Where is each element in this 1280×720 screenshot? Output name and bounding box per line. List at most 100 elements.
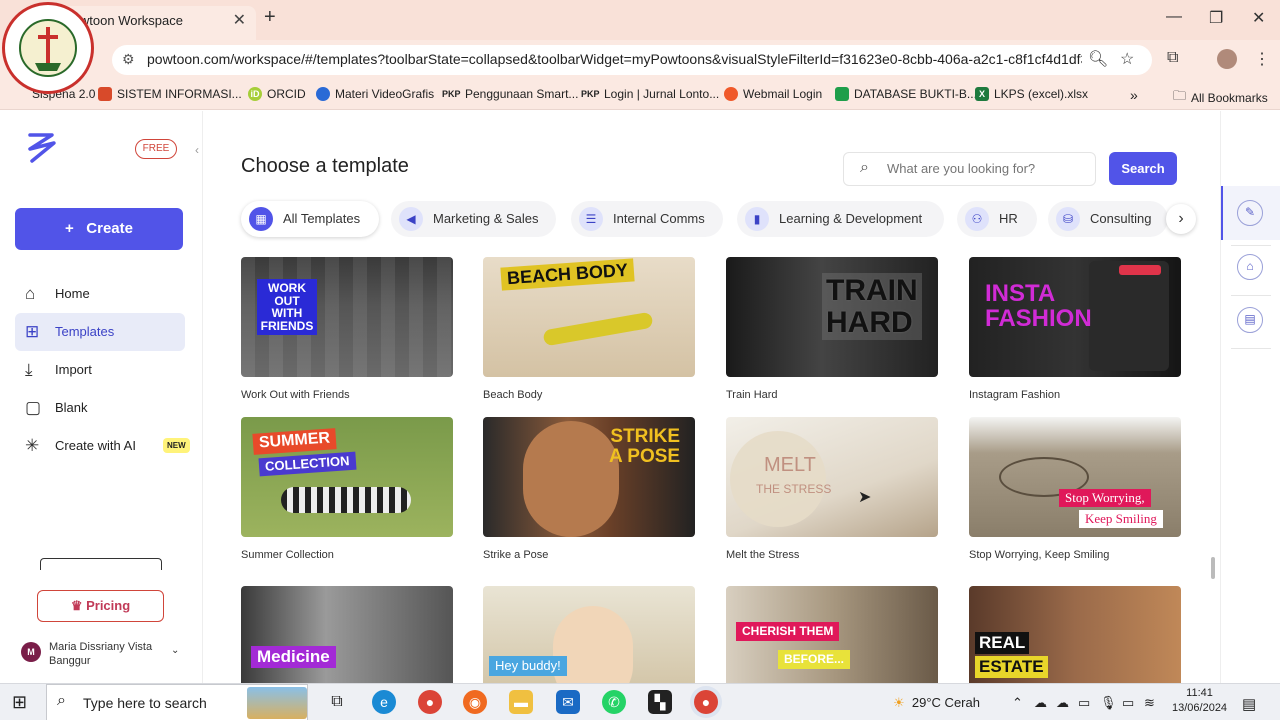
template-card[interactable]: TRAIN HARD Train Hard — [726, 257, 938, 401]
edit-style-icon[interactable]: ✎ — [1237, 200, 1263, 226]
site-settings-icon[interactable]: ⚙ — [122, 51, 135, 68]
pricing-button[interactable]: ♛ Pricing — [37, 590, 164, 622]
system-clock[interactable]: 11:41 13/06/2024 — [1172, 686, 1227, 716]
bookmark-item[interactable]: Webmail Login — [724, 87, 822, 101]
nav-import[interactable]: ⤓ Import — [15, 351, 185, 389]
new-tab-icon[interactable]: + — [264, 6, 276, 29]
taskbar-search[interactable]: ⌕ Type here to search — [46, 684, 308, 720]
tab-consulting[interactable]: ⛁ Consulting — [1048, 201, 1168, 237]
create-button[interactable]: + Create — [15, 208, 183, 250]
browser-tab-strip: Powtoon Workspace ✕ + — ❐ ✕ — [0, 0, 1280, 40]
bookmark-item[interactable]: iD ORCID — [248, 87, 306, 101]
chevron-down-icon[interactable]: ⌄ — [171, 645, 179, 656]
chevron-right-icon[interactable]: › — [1166, 204, 1196, 234]
document-icon[interactable]: ▤ — [1237, 307, 1263, 333]
bookmark-item[interactable]: DATABASE BUKTI-B... — [835, 87, 977, 101]
template-card[interactable]: STRIKE A POSE Strike a Pose — [483, 417, 695, 561]
bookmark-star-icon[interactable]: ☆ — [1120, 49, 1134, 69]
learn-cap-icon[interactable]: ⌂ — [1237, 254, 1263, 280]
template-card[interactable]: WORK OUT WITH FRIENDS Work Out with Frie… — [241, 257, 453, 401]
template-card[interactable]: Hey buddy! — [483, 586, 695, 683]
template-thumbnail[interactable]: TRAIN HARD — [726, 257, 938, 377]
tab-all-templates[interactable]: ▦ All Templates — [241, 201, 379, 237]
restore-icon[interactable]: ❐ — [1209, 8, 1223, 28]
weather-widget[interactable]: ☀ 29°C Cerah — [893, 695, 980, 711]
tray-battery-icon[interactable]: ▭ — [1122, 695, 1134, 711]
user-name[interactable]: Maria Dissriany Vista Banggur — [49, 640, 164, 668]
address-bar[interactable]: ⚙ powtoon.com/workspace/#/templates?tool… — [112, 45, 1152, 75]
template-card[interactable]: BEACH BODY Beach Body — [483, 257, 695, 401]
scrollbar-thumb[interactable] — [1211, 557, 1215, 579]
nav-blank[interactable]: ▢ Blank — [15, 389, 185, 427]
tab-hr[interactable]: ⚇ HR — [957, 201, 1037, 237]
minimize-icon[interactable]: — — [1166, 8, 1182, 26]
tab-learning-development[interactable]: ▮ Learning & Development — [737, 201, 944, 237]
menu-kebab-icon[interactable]: ⋮ — [1254, 49, 1270, 69]
template-thumbnail[interactable]: STRIKE A POSE — [483, 417, 695, 537]
tray-wifi-icon[interactable]: ≋ — [1144, 695, 1155, 711]
tray-chevron-up-icon[interactable]: ⌃ — [1012, 695, 1023, 711]
template-card[interactable]: INSTA FASHION Instagram Fashion — [969, 257, 1181, 401]
template-thumbnail[interactable]: INSTA FASHION — [969, 257, 1181, 377]
tray-onedrive-icon[interactable]: ☁ — [1056, 695, 1069, 711]
template-card[interactable]: SUMMER COLLECTION Summer Collection — [241, 417, 453, 561]
template-card[interactable]: CHERISH THEM BEFORE... — [726, 586, 938, 683]
template-card[interactable]: Stop Worrying, Keep Smiling Stop Worryin… — [969, 417, 1181, 561]
template-thumbnail[interactable]: Hey buddy! — [483, 586, 695, 683]
taskbar-search-placeholder: Type here to search — [83, 695, 207, 711]
app-icon[interactable]: ▚ — [648, 690, 672, 714]
profile-avatar[interactable] — [1217, 49, 1237, 69]
free-plan-badge[interactable]: FREE — [135, 139, 177, 159]
nav-create-with-ai[interactable]: ✳ Create with AI NEW — [15, 427, 190, 465]
template-thumbnail[interactable]: REAL ESTATE — [969, 586, 1181, 683]
search-input[interactable] — [887, 161, 1087, 176]
whatsapp-icon[interactable]: ✆ — [602, 690, 626, 714]
powtoon-logo-icon[interactable] — [24, 129, 60, 165]
task-view-icon[interactable]: ⧉ — [325, 690, 349, 714]
search-button[interactable]: Search — [1109, 152, 1177, 185]
mail-icon[interactable]: ✉ — [556, 690, 580, 714]
nav-home[interactable]: ⌂ Home — [15, 275, 185, 313]
avatar[interactable]: M — [21, 642, 41, 662]
template-search[interactable]: ⌕ — [843, 152, 1096, 186]
template-card[interactable]: REAL ESTATE — [969, 586, 1181, 683]
template-thumbnail[interactable]: SUMMER COLLECTION — [241, 417, 453, 537]
bookmark-favicon-icon — [316, 87, 330, 101]
extensions-icon[interactable]: ⧉ — [1167, 49, 1178, 67]
template-overlay-text: STRIKE A POSE — [609, 426, 681, 467]
more-bookmarks-icon[interactable]: » — [1130, 87, 1138, 103]
bookmark-item[interactable]: SISTEM INFORMASI... — [98, 87, 242, 101]
edge-icon[interactable]: e — [372, 690, 396, 714]
template-thumbnail[interactable]: Stop Worrying, Keep Smiling — [969, 417, 1181, 537]
tray-network-icon[interactable]: ☁ — [1034, 695, 1047, 711]
tab-internal-comms[interactable]: ☰ Internal Comms — [571, 201, 723, 237]
windows-start-icon[interactable]: ⊞ — [12, 692, 27, 713]
template-thumbnail[interactable]: MELT THE STRESS ➤ — [726, 417, 938, 537]
template-card[interactable]: MELT THE STRESS ➤ Melt the Stress — [726, 417, 938, 561]
template-overlay-text: THE STRESS — [756, 482, 832, 496]
notification-icon[interactable]: ▤ — [1242, 695, 1256, 713]
url-text[interactable]: powtoon.com/workspace/#/templates?toolba… — [147, 51, 1082, 67]
template-thumbnail[interactable]: CHERISH THEM BEFORE... — [726, 586, 938, 683]
tab-marketing-sales[interactable]: ◀ Marketing & Sales — [391, 201, 556, 237]
bookmark-item[interactable]: PKP Login | Jurnal Lonto... — [581, 87, 719, 101]
bookmark-item[interactable]: Materi VideoGrafis — [316, 87, 434, 101]
tray-app-icon[interactable]: ▭ — [1078, 695, 1090, 711]
all-bookmarks[interactable]: 🗀 All Bookmarks — [1173, 87, 1268, 109]
tray-microphone-icon[interactable]: 🎙︎ — [1100, 695, 1117, 711]
zoom-icon[interactable]: 🔍︎ — [1088, 49, 1108, 69]
template-thumbnail[interactable]: BEACH BODY — [483, 257, 695, 377]
template-thumbnail[interactable]: Medicine — [241, 586, 453, 683]
collapse-sidebar-icon[interactable]: ‹ — [195, 143, 199, 157]
chrome-icon[interactable]: ● — [418, 690, 442, 714]
close-window-icon[interactable]: ✕ — [1252, 8, 1265, 28]
firefox-icon[interactable]: ◉ — [463, 690, 487, 714]
template-thumbnail[interactable]: WORK OUT WITH FRIENDS — [241, 257, 453, 377]
file-explorer-icon[interactable]: ▬ — [509, 690, 533, 714]
bookmark-item[interactable]: PKP Penggunaan Smart... — [442, 87, 578, 101]
bookmark-item[interactable]: X LKPS (excel).xlsx — [975, 87, 1088, 101]
nav-templates[interactable]: ⊞ Templates — [15, 313, 185, 351]
close-tab-icon[interactable]: ✕ — [233, 10, 246, 30]
chrome-active-icon[interactable]: ● — [694, 690, 718, 714]
template-card[interactable]: Medicine — [241, 586, 453, 683]
